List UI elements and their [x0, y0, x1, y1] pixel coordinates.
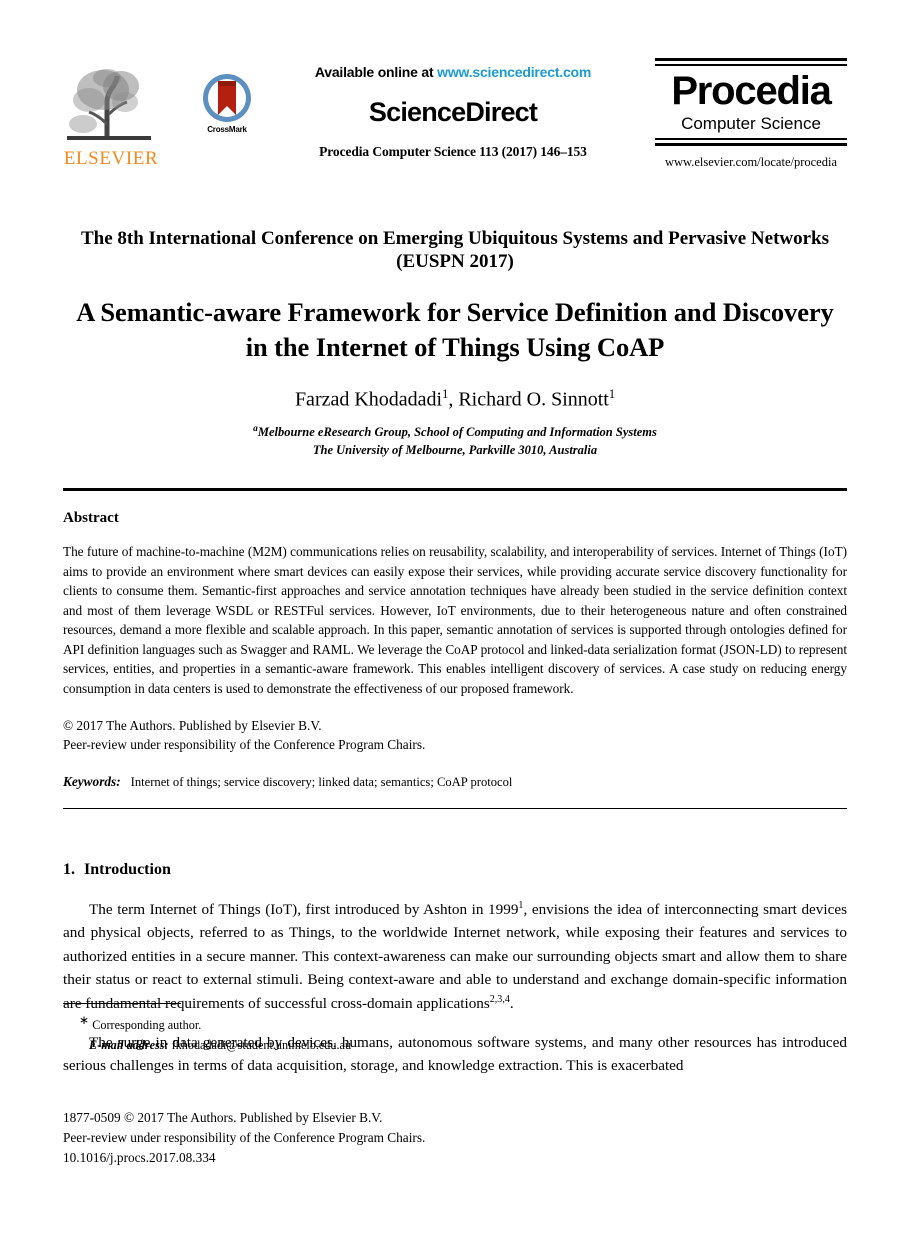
- abstract-heading: Abstract: [63, 510, 119, 527]
- paper-page: ELSEVIER CrossMark Available online at w…: [0, 0, 907, 1238]
- author-name-1: Farzad Khodadadi: [294, 388, 443, 411]
- sciencedirect-wordmark: ScienceDirect: [368, 97, 538, 127]
- procedia-top-rule: [655, 58, 847, 66]
- elsevier-tree-icon: [67, 69, 151, 140]
- conference-name: The 8th International Conference on Emer…: [63, 227, 847, 273]
- abstract-text: The future of machine-to-machine (M2M) c…: [63, 544, 847, 696]
- footnote-rule: [63, 1003, 181, 1004]
- intro-p1-part-1: The term Internet of Things (IoT), first…: [89, 900, 519, 918]
- footer-issn-copyright: 1877-0509 © 2017 The Authors. Published …: [63, 1110, 383, 1125]
- affiliation-block: aMelbourne eResearch Group, School of Co…: [63, 423, 847, 459]
- page-footer: 1877-0509 © 2017 The Authors. Published …: [63, 1108, 847, 1168]
- author-separator: ,: [448, 388, 459, 411]
- abstract-bottom-rule: [63, 807, 847, 809]
- page-title: A Semantic-aware Framework for Service D…: [63, 295, 847, 364]
- paper-title-line-2: in the Internet of Things Using CoAP: [245, 331, 665, 362]
- elsevier-logo: ELSEVIER: [63, 62, 159, 168]
- author-list: Farzad Khodadadi1, Richard O. Sinnott1: [63, 387, 847, 412]
- keywords-values: Internet of things; service discovery; l…: [130, 774, 513, 789]
- copyright-line-1: © 2017 The Authors. Published by Elsevie…: [63, 717, 322, 733]
- author-affiliation-marker-2: 1: [608, 387, 616, 402]
- conference-line-2: (EUSPN 2017): [396, 251, 514, 273]
- available-online-prefix: Available online at: [314, 64, 438, 80]
- paper-title-line-1: A Semantic-aware Framework for Service D…: [76, 297, 834, 328]
- elsevier-wordmark: ELSEVIER: [63, 148, 159, 169]
- section-heading-introduction: 1. Introduction: [63, 861, 847, 879]
- abstract-copyright-block: © 2017 The Authors. Published by Elsevie…: [63, 716, 847, 755]
- email-note: E-mail address: fkhodadadi@student.unime…: [89, 1038, 847, 1053]
- affiliation-text-1: Melbourne eResearch Group, School of Com…: [257, 425, 657, 440]
- procedia-journal-url[interactable]: www.elsevier.com/locate/procedia: [655, 155, 847, 170]
- masthead: ELSEVIER CrossMark Available online at w…: [63, 58, 847, 203]
- available-online-line: Available online at www.sciencedirect.co…: [238, 64, 668, 80]
- affiliation-line-2: The University of Melbourne, Parkville 3…: [312, 443, 598, 458]
- corresponding-author-text: Corresponding author.: [92, 1018, 202, 1033]
- conference-line-1: The 8th International Conference on Emer…: [80, 228, 830, 249]
- footer-doi: 10.1016/j.procs.2017.08.334: [63, 1149, 216, 1165]
- keywords-label: Keywords:: [63, 773, 121, 789]
- intro-paragraph-1: The term Internet of Things (IoT), first…: [63, 898, 847, 1016]
- section-title: Introduction: [84, 860, 171, 878]
- procedia-logo-box: Procedia Computer Science www.elsevier.c…: [655, 58, 847, 170]
- procedia-title: Procedia: [671, 69, 832, 113]
- affiliation-line-1: aMelbourne eResearch Group, School of Co…: [63, 423, 847, 441]
- footnote-marker: ∗: [79, 1013, 90, 1027]
- section-number: 1.: [63, 860, 75, 878]
- email-address[interactable]: fkhodadadi@student.unimelb.edu.au: [172, 1038, 351, 1052]
- journal-citation-line: Procedia Computer Science 113 (2017) 146…: [319, 144, 587, 159]
- corresponding-author-note: ∗ Corresponding author.: [79, 1013, 847, 1033]
- abstract-top-rule: [63, 488, 847, 492]
- footnote-block: ∗ Corresponding author. E-mail address: …: [63, 1003, 847, 1053]
- keywords-block: Keywords: Internet of things; service dis…: [63, 774, 847, 790]
- author-name-2: Richard O. Sinnott: [458, 388, 609, 411]
- page-content: ELSEVIER CrossMark Available online at w…: [63, 0, 847, 1093]
- sciencedirect-block: Available online at www.sciencedirect.co…: [238, 64, 668, 160]
- footer-peer-review: Peer-review under responsibility of the …: [63, 1129, 426, 1145]
- procedia-subtitle: Computer Science: [681, 114, 821, 133]
- copyright-line-2: Peer-review under responsibility of the …: [63, 737, 426, 753]
- procedia-bottom-rule: [655, 138, 847, 146]
- sciencedirect-link[interactable]: www.sciencedirect.com: [437, 64, 591, 80]
- email-label: E-mail address:: [89, 1038, 169, 1053]
